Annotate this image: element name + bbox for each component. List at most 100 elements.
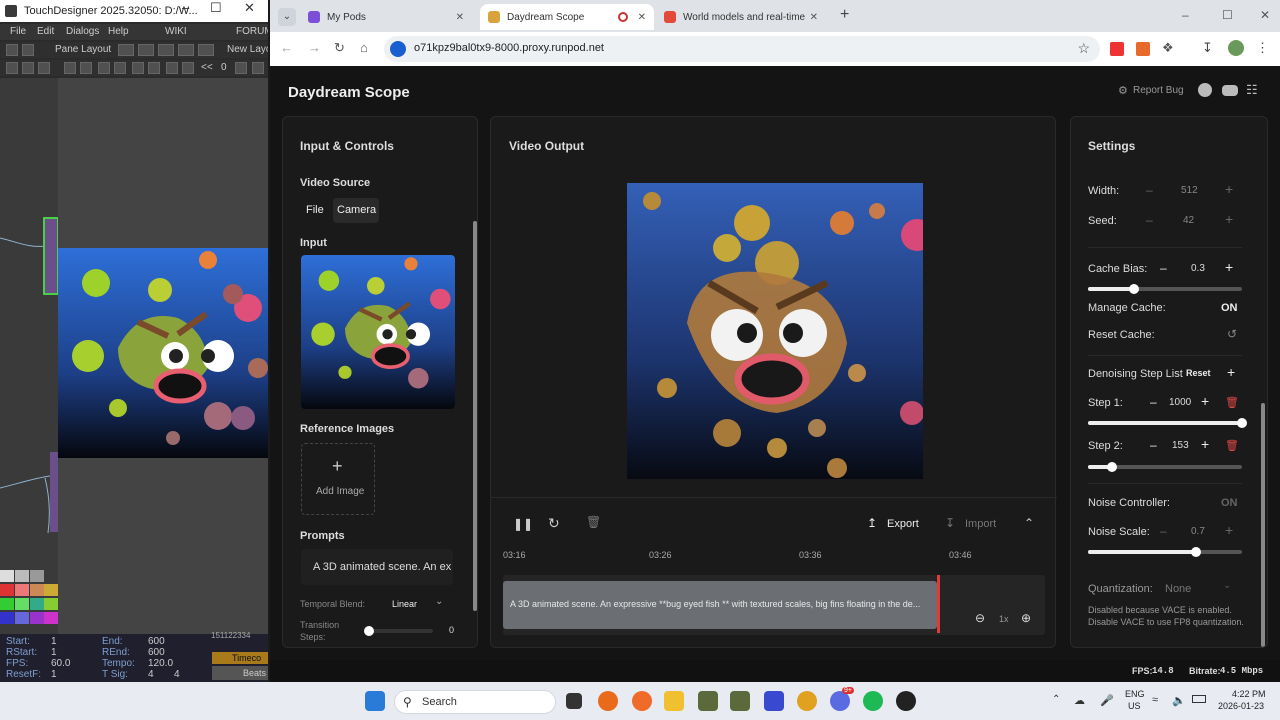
github-icon[interactable] — [1198, 83, 1212, 97]
chevron-down-icon[interactable]: ⌄ — [1223, 580, 1231, 591]
close-tab-icon[interactable]: ✕ — [456, 12, 464, 23]
td-layout-icon[interactable] — [118, 44, 134, 56]
prompt-clip[interactable]: A 3D animated scene. An expressive **bug… — [503, 581, 937, 629]
end-value[interactable]: 600 — [148, 636, 165, 647]
touchdesigner-icon[interactable] — [698, 691, 718, 711]
home-icon[interactable]: ⌂ — [360, 40, 368, 55]
new-tab-icon[interactable]: + — [840, 6, 849, 24]
close-icon[interactable]: ✕ — [244, 0, 255, 16]
td-tool-icon[interactable] — [182, 62, 194, 74]
tsig-value-2[interactable]: 4 — [174, 669, 180, 680]
chevron-up-icon[interactable]: ⌃ — [1024, 516, 1034, 530]
source-camera-button[interactable]: Camera — [333, 198, 379, 223]
menu-dots-icon[interactable]: ⋮ — [1256, 40, 1269, 56]
scrollbar[interactable] — [1261, 403, 1265, 647]
taskbar-search[interactable]: ⚲ Search — [394, 690, 556, 714]
cache-bias-slider[interactable] — [1088, 284, 1242, 294]
clock-date[interactable]: 2026-01-23 — [1218, 701, 1264, 711]
td-rewind-label[interactable]: << — [201, 62, 213, 73]
extensions-puzzle-icon[interactable]: ❖ — [1162, 40, 1174, 56]
url-text[interactable]: o71kpz9bal0tx9-8000.proxy.runpod.net — [414, 42, 604, 54]
td-tool-icon[interactable] — [22, 44, 34, 56]
discord-icon[interactable] — [1222, 85, 1238, 96]
width-value[interactable]: 512 — [1181, 185, 1198, 196]
td-menu-edit[interactable]: Edit — [37, 26, 54, 37]
step1-value[interactable]: 1000 — [1169, 397, 1193, 408]
extension-icon[interactable] — [1110, 42, 1124, 56]
denoise-reset-button[interactable]: Reset — [1186, 368, 1211, 378]
td-frame-value[interactable]: 0 — [221, 62, 227, 73]
step2-value[interactable]: 153 — [1172, 440, 1189, 451]
zoom-out-icon[interactable]: ⊖ — [975, 611, 985, 625]
forward-icon[interactable]: → — [308, 40, 321, 55]
increment-icon[interactable]: + — [1225, 522, 1233, 538]
task-view-icon[interactable] — [566, 693, 582, 709]
slider-knob[interactable] — [1237, 418, 1247, 428]
address-bar[interactable]: o71kpz9bal0tx9-8000.proxy.runpod.net ☆ — [384, 36, 1100, 62]
new-layout-label[interactable]: New Layo — [227, 44, 268, 55]
step1-slider[interactable] — [1088, 418, 1247, 428]
tsig-value-1[interactable]: 4 — [148, 669, 154, 680]
manage-cache-toggle[interactable]: ON — [1221, 302, 1238, 314]
scrollbar[interactable] — [473, 221, 477, 611]
transition-steps-slider[interactable] — [364, 626, 433, 636]
docs-book-icon[interactable]: ☷ — [1246, 82, 1258, 98]
region-label[interactable]: US — [1128, 701, 1141, 711]
td-tool-icon[interactable] — [6, 62, 18, 74]
rstart-value[interactable]: 1 — [51, 647, 57, 658]
temporal-blend-select[interactable]: Linear — [392, 599, 417, 609]
add-image-button[interactable]: + Add Image — [301, 443, 375, 515]
maximize-icon[interactable]: ☐ — [210, 0, 222, 16]
td-menu-file[interactable]: File — [10, 26, 26, 37]
increment-icon[interactable]: + — [1225, 259, 1233, 275]
tab-daydream-scope[interactable]: Daydream Scope ✕ — [480, 4, 654, 30]
decrement-icon[interactable]: – — [1146, 213, 1153, 227]
chevron-up-icon[interactable]: ⌃ — [1052, 694, 1060, 705]
decrement-icon[interactable]: – — [1150, 438, 1157, 452]
td-tool-icon[interactable] — [22, 62, 34, 74]
td-menu-wiki[interactable]: WIKI — [165, 26, 187, 37]
tempo-value[interactable]: 120.0 — [148, 658, 173, 669]
td-layout-icon[interactable] — [158, 44, 174, 56]
slider-knob[interactable] — [1190, 547, 1201, 557]
noise-scale-value[interactable]: 0.7 — [1191, 526, 1205, 537]
td-menu-help[interactable]: Help — [108, 26, 129, 37]
discord-icon[interactable] — [830, 691, 850, 711]
fps-value[interactable]: 60.0 — [51, 658, 70, 669]
decrement-icon[interactable]: – — [1146, 183, 1153, 197]
site-info-icon[interactable] — [390, 41, 406, 57]
tab-my-pods[interactable]: My Pods ✕ — [300, 6, 472, 28]
app-icon[interactable] — [896, 691, 916, 711]
increment-icon[interactable]: + — [1225, 181, 1233, 197]
minimize-icon[interactable]: – — [1182, 8, 1189, 22]
beats-button[interactable]: Beats — [243, 668, 266, 678]
start-value[interactable]: 1 — [51, 636, 57, 647]
td-tool-icon[interactable] — [252, 62, 264, 74]
td-tool-icon[interactable] — [114, 62, 126, 74]
td-layout-icon[interactable] — [138, 44, 154, 56]
close-tab-icon[interactable]: ✕ — [805, 11, 818, 23]
slider-knob[interactable] — [364, 626, 374, 636]
td-tool-icon[interactable] — [6, 44, 18, 56]
noise-controller-toggle[interactable]: ON — [1221, 497, 1238, 509]
cache-bias-value[interactable]: 0.3 — [1191, 263, 1205, 274]
decrement-icon[interactable]: – — [1150, 395, 1157, 409]
td-network-editor[interactable] — [0, 78, 58, 634]
resetf-value[interactable]: 1 — [51, 669, 57, 680]
app-icon[interactable] — [764, 691, 784, 711]
microphone-icon[interactable]: 🎤 — [1100, 694, 1114, 707]
decrement-icon[interactable]: – — [1160, 261, 1167, 275]
tab-search-icon[interactable]: ⌄ — [278, 8, 296, 26]
minimize-icon[interactable]: – — [182, 0, 189, 15]
language-label[interactable]: ENG — [1125, 689, 1145, 699]
td-menu-dialogs[interactable]: Dialogs — [66, 26, 99, 37]
td-layout-icon[interactable] — [198, 44, 214, 56]
td-tool-icon[interactable] — [148, 62, 160, 74]
volume-icon[interactable]: 🔈 — [1172, 694, 1186, 707]
slider-knob[interactable] — [1106, 462, 1117, 472]
td-tool-icon[interactable] — [98, 62, 110, 74]
export-button[interactable]: Export — [887, 518, 919, 530]
restart-icon[interactable]: ↻ — [548, 515, 560, 532]
pause-icon[interactable]: ❚❚ — [513, 517, 533, 531]
td-tool-icon[interactable] — [166, 62, 178, 74]
